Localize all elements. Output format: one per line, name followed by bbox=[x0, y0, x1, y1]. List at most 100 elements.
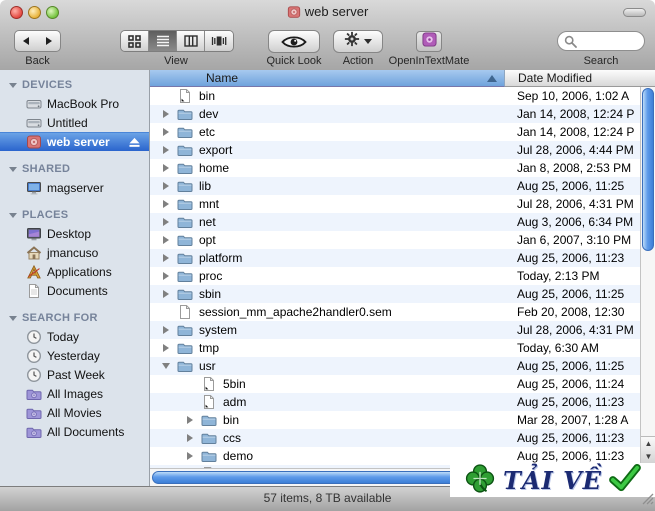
disclosure-triangle-icon bbox=[9, 82, 17, 88]
list-row[interactable]: 5bin Aug 25, 2006, 11:24 bbox=[150, 375, 655, 393]
sidebar-item-label: Desktop bbox=[47, 226, 92, 241]
file-name: dev bbox=[199, 107, 219, 121]
list-row[interactable]: system Jul 28, 2006, 4:31 PM bbox=[150, 321, 655, 339]
file-date-modified: Jan 8, 2008, 2:53 PM bbox=[517, 161, 632, 175]
column-view-button[interactable] bbox=[177, 31, 205, 51]
icon-view-button[interactable] bbox=[121, 31, 149, 51]
file-date-modified: Jul 28, 2006, 4:31 PM bbox=[517, 323, 634, 337]
back-button[interactable] bbox=[14, 30, 38, 52]
eject-icon[interactable] bbox=[128, 137, 141, 151]
forward-button[interactable] bbox=[37, 30, 61, 52]
list-row[interactable]: proc Today, 2:13 PM bbox=[150, 267, 655, 285]
sidebar-item-past-week[interactable]: Past Week bbox=[0, 365, 149, 384]
sidebar-section: PLACES Desktop jmancuso Applications Documen… bbox=[0, 206, 149, 300]
list-row[interactable]: sbin Aug 25, 2006, 11:25 bbox=[150, 285, 655, 303]
list-row[interactable]: adm Aug 25, 2006, 11:23 bbox=[150, 393, 655, 411]
sidebar-section: SHARED magserver bbox=[0, 160, 149, 197]
column-header-name[interactable]: Name bbox=[150, 70, 505, 87]
file-date-modified: Aug 25, 2006, 11:23 bbox=[517, 251, 625, 265]
quick-look-button[interactable] bbox=[268, 30, 320, 53]
list-row[interactable]: net Aug 3, 2006, 6:34 PM bbox=[150, 213, 655, 231]
sidebar-item-desktop[interactable]: Desktop bbox=[0, 224, 149, 243]
disclosure-triangle-collapsed[interactable] bbox=[160, 342, 172, 354]
search-label: Search bbox=[583, 55, 619, 67]
chevron-down-icon bbox=[364, 39, 372, 44]
disclosure-triangle-collapsed[interactable] bbox=[160, 144, 172, 156]
list-row[interactable]: lib Aug 25, 2006, 11:25 bbox=[150, 177, 655, 195]
list-row[interactable]: usr Aug 25, 2006, 11:25 bbox=[150, 357, 655, 375]
search-input[interactable] bbox=[577, 35, 645, 47]
scroll-down-arrow[interactable]: ▼ bbox=[641, 450, 655, 463]
sidebar-item-web-server[interactable]: web server bbox=[0, 132, 149, 151]
list-row[interactable]: tmp Today, 6:30 AM bbox=[150, 339, 655, 357]
list-row[interactable]: dev Jan 14, 2008, 12:24 P bbox=[150, 105, 655, 123]
disclosure-triangle-collapsed[interactable] bbox=[160, 216, 172, 228]
toolbar-toggle-pill[interactable] bbox=[623, 8, 646, 17]
sidebar-item-all-movies[interactable]: All Movies bbox=[0, 403, 149, 422]
disclosure-triangle-collapsed[interactable] bbox=[160, 162, 172, 174]
file-name: etc bbox=[199, 125, 216, 139]
sidebar-item-all-documents[interactable]: All Documents bbox=[0, 422, 149, 441]
scroll-up-arrow[interactable]: ▲ bbox=[641, 437, 655, 450]
resize-grip[interactable] bbox=[641, 492, 654, 510]
open-in-textmate-label: OpenInTextMate bbox=[388, 55, 470, 67]
sidebar-item-documents[interactable]: Documents bbox=[0, 281, 149, 300]
sidebar-section-title: SHARED bbox=[22, 163, 71, 175]
search-field bbox=[557, 31, 645, 51]
disclosure-triangle-collapsed[interactable] bbox=[160, 180, 172, 192]
disclosure-triangle-expanded[interactable] bbox=[160, 360, 172, 372]
sidebar-item-jmancuso[interactable]: jmancuso bbox=[0, 243, 149, 262]
list-row[interactable]: session_mm_apache2handler0.sem Feb 20, 20… bbox=[150, 303, 655, 321]
sidebar-item-applications[interactable]: Applications bbox=[0, 262, 149, 281]
sidebar-item-label: web server bbox=[47, 135, 110, 149]
disclosure-triangle-collapsed[interactable] bbox=[160, 198, 172, 210]
disclosure-triangle-collapsed[interactable] bbox=[184, 414, 196, 426]
list-row[interactable]: opt Jan 6, 2007, 3:10 PM bbox=[150, 231, 655, 249]
list-row[interactable]: etc Jan 14, 2008, 12:24 P bbox=[150, 123, 655, 141]
sidebar-item-label: All Images bbox=[47, 386, 104, 401]
vertical-scrollbar-thumb[interactable] bbox=[642, 88, 654, 251]
folder-icon bbox=[177, 232, 193, 248]
sidebar-item-today[interactable]: Today bbox=[0, 327, 149, 346]
sidebar-item-yesterday[interactable]: Yesterday bbox=[0, 346, 149, 365]
list-row[interactable]: platform Aug 25, 2006, 11:23 bbox=[150, 249, 655, 267]
list-row[interactable]: home Jan 8, 2008, 2:53 PM bbox=[150, 159, 655, 177]
disclosure-triangle-collapsed[interactable] bbox=[184, 432, 196, 444]
file-name: bin bbox=[223, 413, 240, 427]
list-row[interactable]: mnt Jul 28, 2006, 4:31 PM bbox=[150, 195, 655, 213]
file-date-modified: Today, 2:13 PM bbox=[517, 269, 600, 283]
list-row[interactable]: bin Mar 28, 2007, 1:28 A bbox=[150, 411, 655, 429]
file-date-modified: Aug 25, 2006, 11:25 bbox=[517, 179, 625, 193]
disclosure-triangle-collapsed[interactable] bbox=[184, 450, 196, 462]
sidebar-item-magserver[interactable]: magserver bbox=[0, 178, 149, 197]
file-name: system bbox=[199, 323, 238, 337]
vertical-scrollbar[interactable]: ▲ ▼ bbox=[640, 87, 655, 468]
list-view-button[interactable] bbox=[149, 31, 177, 51]
sidebar-item-untitled[interactable]: Untitled bbox=[0, 113, 149, 132]
folder-icon bbox=[177, 160, 193, 176]
window-title-text: web server bbox=[304, 4, 369, 19]
list-row[interactable]: ccs Aug 25, 2006, 11:23 bbox=[150, 429, 655, 447]
folder-icon bbox=[177, 178, 193, 194]
sidebar-item-macbook-pro[interactable]: MacBook Pro bbox=[0, 94, 149, 113]
disclosure-triangle-collapsed[interactable] bbox=[160, 270, 172, 282]
coverflow-view-button[interactable] bbox=[205, 31, 233, 51]
disclosure-triangle-collapsed[interactable] bbox=[160, 108, 172, 120]
file-name: lib bbox=[199, 179, 212, 193]
disclosure-triangle-collapsed[interactable] bbox=[160, 324, 172, 336]
sidebar-item-label: Documents bbox=[47, 283, 108, 298]
action-button[interactable] bbox=[333, 30, 383, 53]
open-in-textmate-button[interactable] bbox=[416, 31, 442, 52]
sidebar-section-title: DEVICES bbox=[22, 79, 73, 91]
sidebar-item-all-images[interactable]: All Images bbox=[0, 384, 149, 403]
list-row[interactable]: bin Sep 10, 2006, 1:02 A bbox=[150, 87, 655, 105]
disclosure-triangle-collapsed[interactable] bbox=[160, 126, 172, 138]
list-row[interactable]: export Jul 28, 2006, 4:44 PM bbox=[150, 141, 655, 159]
file-name: proc bbox=[199, 269, 223, 283]
disclosure-triangle-collapsed[interactable] bbox=[160, 252, 172, 264]
disclosure-triangle-collapsed[interactable] bbox=[160, 234, 172, 246]
folder-icon bbox=[201, 412, 217, 428]
disclosure-triangle-collapsed[interactable] bbox=[160, 288, 172, 300]
column-header-date-modified[interactable]: Date Modified bbox=[505, 70, 655, 87]
